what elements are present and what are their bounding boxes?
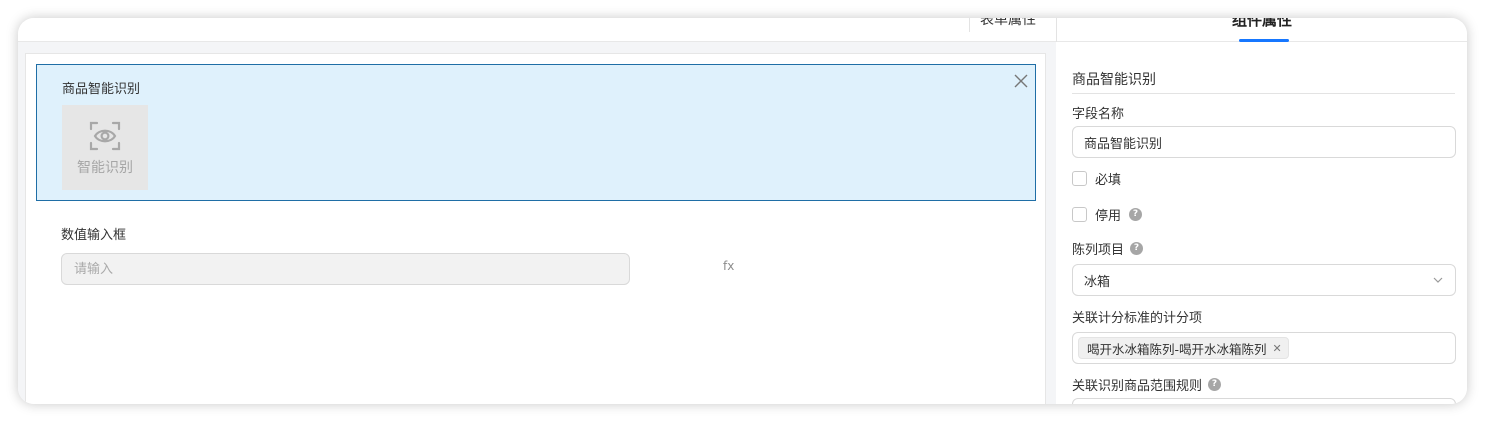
tag-remove-icon[interactable]: ✕ [1273, 342, 1282, 355]
tab-component-properties[interactable]: 组件属性 [1232, 18, 1292, 32]
app-window: 表单属性 组件属性 商品智能识别 智能识别 数值输入框 请输入 fx 商品智能识… [18, 18, 1467, 404]
display-item-label-text: 陈列项目 [1072, 243, 1125, 258]
help-icon[interactable]: ? [1208, 378, 1222, 391]
tab-form-properties[interactable]: 表单属性 [969, 18, 1036, 32]
scoring-item-label: 关联计分标准的计分项 [1072, 307, 1202, 326]
display-item-value: 冰箱 [1084, 274, 1111, 290]
field-name-label-text: 字段名称 [1072, 107, 1125, 122]
form-canvas-body: 商品智能识别 智能识别 数值输入框 fx [25, 53, 1046, 404]
formula-fx-button[interactable]: fx [723, 259, 734, 273]
tile-label: 智能识别 [77, 160, 133, 176]
form-canvas: 商品智能识别 智能识别 数值输入框 fx [18, 42, 1056, 404]
panel-heading: 商品智能识别 [1072, 72, 1156, 88]
display-item-select[interactable]: 冰箱 [1072, 264, 1456, 296]
eye-scan-icon [89, 121, 121, 151]
field-name-input[interactable] [1072, 126, 1456, 158]
disabled-label: 停用 [1095, 209, 1122, 224]
close-icon[interactable] [1013, 73, 1029, 89]
display-item-label: 陈列项目 ? [1072, 239, 1144, 258]
smart-recognition-tile[interactable]: 智能识别 [62, 105, 148, 190]
required-checkbox[interactable] [1072, 171, 1087, 186]
panel-divider [1072, 93, 1455, 94]
scoring-item-multiselect[interactable]: 喝开水冰箱陈列-喝开水冰箱陈列 ✕ [1072, 332, 1456, 364]
property-panel: 商品智能识别 字段名称 必填 停用 ? 陈列项目 ? 冰箱 关联计分标准的计分项 [1057, 42, 1467, 404]
selected-field-smart-recognition[interactable]: 商品智能识别 智能识别 [36, 64, 1036, 201]
scoring-item-label-text: 关联计分标准的计分项 [1072, 311, 1203, 326]
disabled-checkbox-row[interactable]: 停用 ? [1072, 205, 1143, 224]
tag-label: 喝开水冰箱陈列-喝开水冰箱陈列 [1087, 341, 1267, 357]
chevron-down-icon [1433, 277, 1443, 283]
number-input[interactable] [61, 253, 630, 285]
disabled-checkbox[interactable] [1072, 207, 1087, 222]
top-tab-bar: 表单属性 组件属性 [18, 18, 1467, 42]
range-rule-label-text: 关联识别商品范围规则 [1072, 379, 1203, 394]
tab-divider [1056, 18, 1057, 42]
help-icon[interactable]: ? [1130, 242, 1144, 255]
help-icon[interactable]: ? [1129, 208, 1143, 221]
field-title: 商品智能识别 [62, 82, 141, 97]
range-rule-select[interactable] [1072, 398, 1456, 404]
required-checkbox-row[interactable]: 必填 [1072, 169, 1121, 188]
number-field-title: 数值输入框 [61, 228, 127, 243]
required-label: 必填 [1095, 173, 1122, 188]
range-rule-label: 关联识别商品范围规则 ? [1072, 375, 1222, 394]
field-name-label: 字段名称 [1072, 103, 1124, 122]
selected-tag: 喝开水冰箱陈列-喝开水冰箱陈列 ✕ [1078, 337, 1289, 359]
